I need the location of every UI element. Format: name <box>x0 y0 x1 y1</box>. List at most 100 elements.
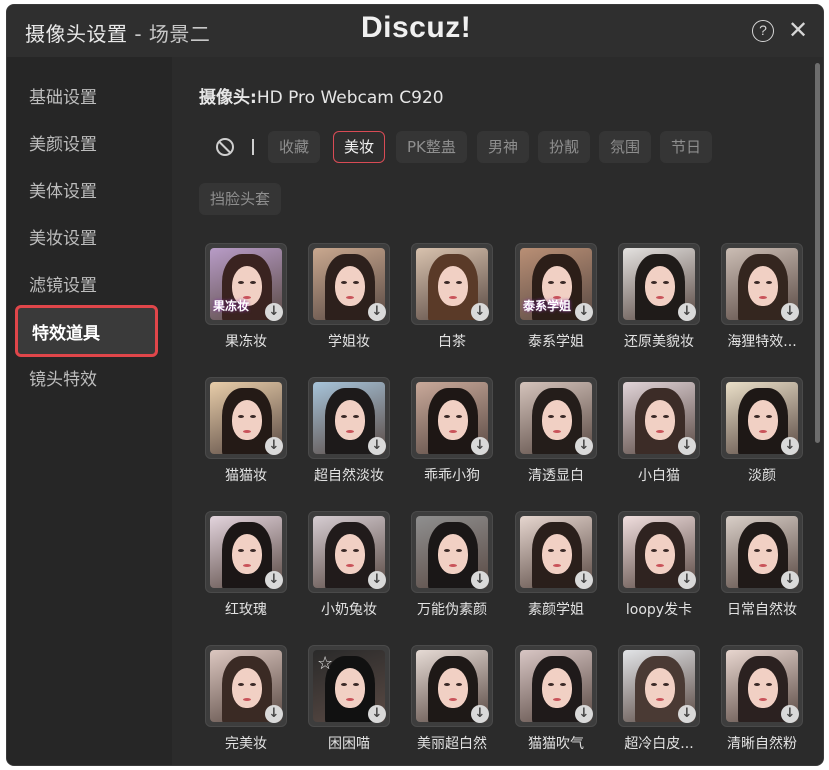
effect-item[interactable]: ↓ 乖乖小狗 <box>404 377 500 495</box>
star-icon[interactable]: ☆ <box>317 653 333 674</box>
effect-item[interactable]: 泰系学姐 ↓ 泰系学姐 <box>508 243 604 361</box>
effect-item[interactable]: ↓ loopy发卡 <box>611 511 707 629</box>
effect-item[interactable]: ↓ 超自然淡妆 <box>301 377 397 495</box>
download-icon[interactable]: ↓ <box>781 705 799 723</box>
effect-thumbnail[interactable]: ↓ <box>205 377 287 459</box>
download-icon[interactable]: ↓ <box>368 303 386 321</box>
tab-makeup[interactable]: 美妆 <box>333 131 386 163</box>
download-icon[interactable]: ↓ <box>575 705 593 723</box>
download-icon[interactable]: ↓ <box>678 571 696 589</box>
effect-thumbnail[interactable]: ↓ <box>411 243 493 325</box>
download-icon[interactable]: ↓ <box>265 571 283 589</box>
help-icon[interactable]: ? <box>752 20 774 42</box>
sidebar-item-beauty[interactable]: 美颜设置 <box>29 130 97 160</box>
download-icon[interactable]: ↓ <box>781 437 799 455</box>
download-icon[interactable]: ↓ <box>678 705 696 723</box>
effect-name: loopy发卡 <box>625 602 693 618</box>
effect-item[interactable]: ↓ 完美妆 <box>198 645 294 763</box>
download-icon[interactable]: ↓ <box>368 705 386 723</box>
effect-thumbnail[interactable]: 泰系学姐 ↓ <box>515 243 597 325</box>
portrait-eye <box>456 683 462 686</box>
download-icon[interactable]: ↓ <box>471 705 489 723</box>
sidebar-item-effects[interactable]: 特效道具 <box>15 305 158 357</box>
download-icon[interactable]: ↓ <box>575 437 593 455</box>
tab-face-mask[interactable]: 挡脸头套 <box>199 183 282 215</box>
download-icon[interactable]: ↓ <box>471 303 489 321</box>
effect-item[interactable]: ↓ 美丽超白然 <box>404 645 500 763</box>
effect-item[interactable]: ↓ 小白猫 <box>611 377 707 495</box>
download-icon[interactable]: ↓ <box>265 705 283 723</box>
effect-thumbnail[interactable]: ↓ <box>411 511 493 593</box>
effect-item[interactable]: ↓ 清透显白 <box>508 377 604 495</box>
download-icon[interactable]: ↓ <box>368 437 386 455</box>
effect-item[interactable]: ↓ 红玫瑰 <box>198 511 294 629</box>
effect-thumbnail[interactable]: ↓ <box>515 645 597 727</box>
portrait-eye <box>651 549 657 552</box>
effect-item[interactable]: ↓ 清晰自然粉 <box>714 645 810 763</box>
effect-thumbnail[interactable]: ↓ <box>618 377 700 459</box>
effect-item[interactable]: ↓ 超冷白皮... <box>611 645 707 763</box>
effect-thumbnail[interactable]: ↓ <box>618 243 700 325</box>
tab-pk-prank[interactable]: PK整蛊 <box>396 131 467 163</box>
effect-thumbnail[interactable]: ↓ <box>205 511 287 593</box>
effect-item[interactable]: ↓ 淡颜 <box>714 377 810 495</box>
sidebar-item-lens[interactable]: 镜头特效 <box>29 365 97 395</box>
effect-item[interactable]: ↓ 猫猫吹气 <box>508 645 604 763</box>
download-icon[interactable]: ↓ <box>471 571 489 589</box>
effect-thumbnail[interactable]: ☆ ↓ <box>308 645 390 727</box>
effect-item[interactable]: 果冻妆 ↓ 果冻妆 <box>198 243 294 361</box>
effect-item[interactable]: ↓ 日常自然妆 <box>714 511 810 629</box>
effect-thumbnail[interactable]: ↓ <box>515 511 597 593</box>
download-icon[interactable]: ↓ <box>678 437 696 455</box>
portrait-lips <box>243 564 251 567</box>
download-icon[interactable]: ↓ <box>678 303 696 321</box>
effect-item[interactable]: ↓ 万能伪素颜 <box>404 511 500 629</box>
scrollbar[interactable] <box>815 63 820 443</box>
no-effect-icon[interactable] <box>216 138 234 156</box>
effect-item[interactable]: ↓ 猫猫妆 <box>198 377 294 495</box>
tab-atmosphere[interactable]: 氛围 <box>599 131 652 163</box>
download-icon[interactable]: ↓ <box>471 437 489 455</box>
tab-dress-up[interactable]: 扮靓 <box>538 131 591 163</box>
effect-thumbnail[interactable]: ↓ <box>618 645 700 727</box>
close-icon[interactable]: ✕ <box>786 16 810 44</box>
portrait-eye <box>651 683 657 686</box>
effect-thumbnail[interactable]: ↓ <box>721 645 803 727</box>
effect-thumbnail[interactable]: ↓ <box>308 511 390 593</box>
effect-thumbnail[interactable]: ↓ <box>308 377 390 459</box>
download-icon[interactable]: ↓ <box>575 571 593 589</box>
effect-thumbnail[interactable]: ↓ <box>721 511 803 593</box>
effect-thumbnail[interactable]: ↓ <box>308 243 390 325</box>
sidebar-item-makeup[interactable]: 美妆设置 <box>29 224 97 254</box>
effect-item[interactable]: ↓ 海狸特效... <box>714 243 810 361</box>
sidebar-item-body[interactable]: 美体设置 <box>29 177 97 207</box>
download-icon[interactable]: ↓ <box>781 571 799 589</box>
effect-thumbnail[interactable]: ↓ <box>411 645 493 727</box>
effect-thumbnail[interactable]: ↓ <box>618 511 700 593</box>
download-icon[interactable]: ↓ <box>265 437 283 455</box>
effect-thumbnail[interactable]: ↓ <box>721 243 803 325</box>
effect-item[interactable]: ☆ ↓ 困困喵 <box>301 645 397 763</box>
sidebar-item-filter[interactable]: 滤镜设置 <box>29 271 97 301</box>
portrait-face <box>542 668 572 708</box>
effect-thumbnail[interactable]: 果冻妆 ↓ <box>205 243 287 325</box>
effect-item[interactable]: ↓ 素颜学姐 <box>508 511 604 629</box>
portrait-lips <box>449 430 457 433</box>
effect-thumbnail[interactable]: ↓ <box>721 377 803 459</box>
download-icon[interactable]: ↓ <box>781 303 799 321</box>
tab-festival[interactable]: 节日 <box>660 131 713 163</box>
sidebar-item-basic[interactable]: 基础设置 <box>29 83 97 113</box>
effect-item[interactable]: ↓ 小奶兔妆 <box>301 511 397 629</box>
download-icon[interactable]: ↓ <box>575 303 593 321</box>
download-icon[interactable]: ↓ <box>265 303 283 321</box>
effect-item[interactable]: ↓ 白茶 <box>404 243 500 361</box>
effect-thumbnail[interactable]: ↓ <box>411 377 493 459</box>
tab-male-god[interactable]: 男神 <box>477 131 530 163</box>
tab-favorites[interactable]: 收藏 <box>268 131 321 163</box>
effect-thumbnail[interactable]: ↓ <box>515 377 597 459</box>
portrait-eye <box>548 549 554 552</box>
effect-item[interactable]: ↓ 还原美貌妆 <box>611 243 707 361</box>
download-icon[interactable]: ↓ <box>368 571 386 589</box>
effect-thumbnail[interactable]: ↓ <box>205 645 287 727</box>
effect-item[interactable]: ↓ 学姐妆 <box>301 243 397 361</box>
